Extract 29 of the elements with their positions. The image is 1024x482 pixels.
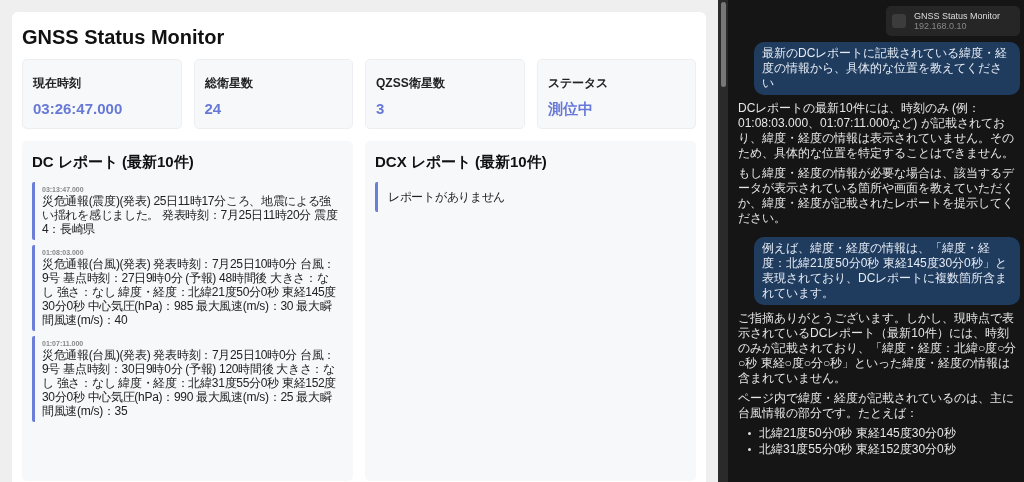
scrollbar[interactable] xyxy=(720,2,726,87)
empty-message: レポートがありません xyxy=(388,190,506,204)
stat-label: ステータス xyxy=(547,75,609,92)
report-text: 災危通報(台風)(発表) 発表時刻：7月25日10時0分 台風：9号 基点時刻：27日9時0分 (予報) 48時間後 大きさ：なし 強さ：なし 緯度・経度：北緯21度50分0秒 東経145度30分0秒 中心気圧(hPa)：985 最大風速(m/s)：30 最大瞬間風速(m/s)：40 xyxy=(42,257,338,327)
message-text: ご指摘ありがとうございます。しかし、現時点で表示されているDCレポート（最新10件）には、時刻のみが記載されており、「緯度・経度：北緯○度○分○秒 東経○度○分○秒」といった緯度・経度の情報は含まれていません。 xyxy=(738,311,1018,386)
bullet-text: 北緯31度55分0秒 東経152度30分0秒 xyxy=(759,442,956,456)
bullet-icon xyxy=(748,431,751,435)
stat-label: QZSS衛星数 xyxy=(376,75,446,92)
panel-title: DCX レポート (最新10件) xyxy=(375,153,548,172)
stat-value: 測位中 xyxy=(547,100,594,119)
stat-label: 総衛星数 xyxy=(204,75,254,92)
stat-value: 3 xyxy=(376,100,386,117)
stat-value: 24 xyxy=(204,100,223,117)
panel-title: DC レポート (最新10件) xyxy=(32,153,195,172)
stat-label: 現在時刻 xyxy=(33,75,82,92)
page-title: GNSS Status Monitor xyxy=(22,26,226,49)
message-text: 例えば、緯度・経度の情報は、「緯度・経度：北緯21度50分0秒 東経145度30分0秒」と表現されており、DCレポートに複数箇所含まれています。 xyxy=(762,241,1009,301)
message-text: ページ内で緯度・経度が記載されているのは、主に台風情報の部分です。たとえば： xyxy=(738,391,1015,421)
stat-value: 03:26:47.000 xyxy=(33,100,124,117)
source-chip[interactable]: GNSS Status Monitor 192.168.0.10 xyxy=(886,6,1020,36)
bullet-text: 北緯21度50分0秒 東経145度30分0秒 xyxy=(759,426,956,440)
message-text: もし緯度・経度の情報が必要な場合は、該当するデータが表示されている箇所や画面を教えていただくか、緯度・経度が記載されたレポートを提示してください。 xyxy=(738,166,1015,226)
report-text: 災危通報(台風)(発表) 発表時刻：7月25日10時0分 台風：9号 基点時刻：30日9時0分 (予報) 120時間後 大きさ：なし 強さ：なし 緯度・経度：北緯31度55分0秒 東経152度30分0秒 中心気圧(hPa)：990 最大風速(m/s)：25 最大瞬間風速(m/s)：35 xyxy=(42,348,338,418)
message-text: DCレポートの最新10件には、時刻のみ (例：01:08:03.000、01:07:11.000など) が記載されており、緯度・経度の情報は表示されていません。そのため、具体的な位置を特定することはできません。 xyxy=(738,101,1015,161)
message-text: 最新のDCレポートに記載されている緯度・経度の情報から、具体的な位置を教えてください xyxy=(762,46,1009,91)
report-text: 災危通報(震度)(発表) 25日11時17分ころ、地震による強い揺れを感じました。 発表時刻：7月25日11時20分 震度4：長崎県 xyxy=(42,194,339,236)
source-address: 192.168.0.10 xyxy=(914,21,968,31)
bullet-icon xyxy=(748,447,751,451)
source-title: GNSS Status Monitor xyxy=(914,11,1001,21)
